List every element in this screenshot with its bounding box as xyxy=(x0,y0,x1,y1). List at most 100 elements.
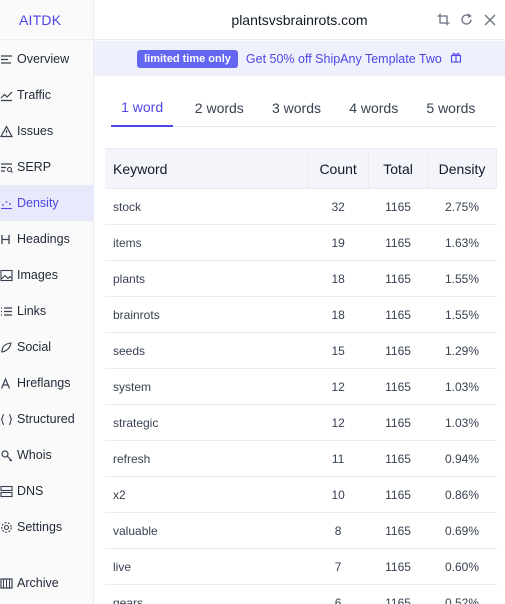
archive-icon xyxy=(0,577,13,590)
sidebar-item-serp[interactable]: SERP xyxy=(0,149,94,185)
table-row[interactable]: stock 32 1165 2.75% xyxy=(105,188,497,225)
density-cell: 1.29% xyxy=(427,332,497,369)
brand-logo[interactable]: AITDK xyxy=(0,0,94,40)
keyword-cell: live xyxy=(105,548,308,585)
dns-icon xyxy=(0,485,13,498)
sidebar-item-archive: Archive xyxy=(0,565,94,601)
sidebar-item-whois[interactable]: Whois xyxy=(0,437,94,473)
hreflang-icon xyxy=(0,376,13,390)
sidebar-item-label: Whois xyxy=(17,448,52,462)
serp-icon xyxy=(0,161,13,174)
total-cell: 1165 xyxy=(368,584,428,604)
crop-icon[interactable] xyxy=(436,12,451,27)
table-row[interactable]: x2 10 1165 0.86% xyxy=(105,476,497,513)
total-cell: 1165 xyxy=(368,404,428,441)
table-row[interactable]: items 19 1165 1.63% xyxy=(105,224,497,261)
density-cell: 1.63% xyxy=(427,224,497,261)
table-row[interactable]: refresh 11 1165 0.94% xyxy=(105,440,497,477)
sidebar-item-label: Settings xyxy=(17,520,63,534)
traffic-icon xyxy=(0,89,13,102)
total-cell: 1165 xyxy=(368,476,428,513)
overview-icon xyxy=(0,53,13,66)
density-cell: 2.75% xyxy=(427,188,497,225)
tab-2-words[interactable]: 2 words xyxy=(188,88,250,127)
count-cell: 8 xyxy=(307,512,369,549)
tab-5-words[interactable]: 5 words xyxy=(420,88,482,127)
sidebar-item-images[interactable]: Images xyxy=(0,257,94,293)
density-cell: 0.60% xyxy=(427,548,497,585)
sidebar-item-label: Traffic xyxy=(17,88,52,102)
sidebar-item-issues[interactable]: Issues xyxy=(0,113,94,149)
count-cell: 7 xyxy=(307,548,369,585)
table-row[interactable]: system 12 1165 1.03% xyxy=(105,368,497,405)
keyword-cell: refresh xyxy=(105,440,308,477)
sidebar-item-density[interactable]: Density xyxy=(0,185,94,221)
promo-banner[interactable]: limited time only Get 50% off ShipAny Te… xyxy=(94,41,505,76)
table-row[interactable]: brainrots 18 1165 1.55% xyxy=(105,296,497,333)
sidebar-item-label: Hreflangs xyxy=(17,376,71,390)
column-header-keyword[interactable]: Keyword xyxy=(105,148,309,189)
sidebar-nav: Overview Traffic Issues SERP Density Headings… xyxy=(0,41,94,545)
table-row[interactable]: valuable 8 1165 0.69% xyxy=(105,512,497,549)
total-cell: 1165 xyxy=(368,548,428,585)
keyword-cell: plants xyxy=(105,260,308,297)
promo-text[interactable]: Get 50% off ShipAny Template Two xyxy=(246,52,442,66)
sidebar-item-headings[interactable]: Headings xyxy=(0,221,94,257)
count-cell: 10 xyxy=(307,476,369,513)
count-cell: 12 xyxy=(307,404,369,441)
gift-icon xyxy=(450,50,462,68)
close-icon[interactable] xyxy=(482,12,497,27)
keyword-cell: items xyxy=(105,224,308,261)
sidebar-item-label: DNS xyxy=(17,484,44,498)
density-cell: 0.52% xyxy=(427,584,497,604)
column-header-density[interactable]: Density xyxy=(427,148,497,189)
density-cell: 0.69% xyxy=(427,512,497,549)
table-row[interactable]: strategic 12 1165 1.03% xyxy=(105,404,497,441)
tab-4-words[interactable]: 4 words xyxy=(343,88,405,127)
total-cell: 1165 xyxy=(368,332,428,369)
sidebar-item-label: SERP xyxy=(17,160,52,174)
total-cell: 1165 xyxy=(368,188,428,225)
sidebar-item-links[interactable]: Links xyxy=(0,293,94,329)
image-icon xyxy=(0,269,13,282)
sidebar-item-label: Headings xyxy=(17,232,70,246)
table-row[interactable]: gears 6 1165 0.52% xyxy=(105,584,497,604)
count-cell: 18 xyxy=(307,260,369,297)
density-cell: 0.86% xyxy=(427,476,497,513)
keyword-cell: valuable xyxy=(105,512,308,549)
keyword-cell: seeds xyxy=(105,332,308,369)
density-cell: 0.94% xyxy=(427,440,497,477)
sidebar-item-label: Overview xyxy=(17,52,70,66)
tab-1-word[interactable]: 1 word xyxy=(111,88,174,127)
sidebar-item-social[interactable]: Social xyxy=(0,329,94,365)
sidebar-item-label: Links xyxy=(17,304,47,318)
sidebar-item-dns[interactable]: DNS xyxy=(0,473,94,509)
sidebar-item-hreflangs[interactable]: Hreflangs xyxy=(0,365,94,401)
keyword-cell: x2 xyxy=(105,476,308,513)
count-cell: 15 xyxy=(307,332,369,369)
heading-icon xyxy=(0,233,13,246)
sidebar-item-overview[interactable]: Overview xyxy=(0,41,94,77)
density-cell: 1.55% xyxy=(427,260,497,297)
sidebar-item-archive-button[interactable]: Archive xyxy=(0,565,94,601)
sidebar-item-traffic[interactable]: Traffic xyxy=(0,77,94,113)
column-header-count[interactable]: Count xyxy=(307,148,370,189)
tab-3-words[interactable]: 3 words xyxy=(265,88,327,127)
sidebar-item-structured[interactable]: Structured xyxy=(0,401,94,437)
count-cell: 6 xyxy=(307,584,369,604)
sidebar-item-label: Issues xyxy=(17,124,54,138)
sidebar-item-settings[interactable]: Settings xyxy=(0,509,94,545)
table-header-row: Keyword Count Total Density xyxy=(105,148,497,189)
sidebar: AITDK Overview Traffic Issues SERP Density He… xyxy=(0,0,94,604)
column-header-total[interactable]: Total xyxy=(368,148,429,189)
header: plantsvsbrainrots.com xyxy=(94,0,505,40)
sidebar-item-label: Images xyxy=(17,268,58,282)
table-row[interactable]: seeds 15 1165 1.29% xyxy=(105,332,497,369)
density-icon xyxy=(0,197,13,210)
table-row[interactable]: live 7 1165 0.60% xyxy=(105,548,497,585)
density-table: Keyword Count Total Density stock 32 1165 2… xyxy=(105,148,497,604)
table-row[interactable]: plants 18 1165 1.55% xyxy=(105,260,497,297)
total-cell: 1165 xyxy=(368,368,428,405)
refresh-icon[interactable] xyxy=(459,12,474,27)
density-cell: 1.03% xyxy=(427,368,497,405)
